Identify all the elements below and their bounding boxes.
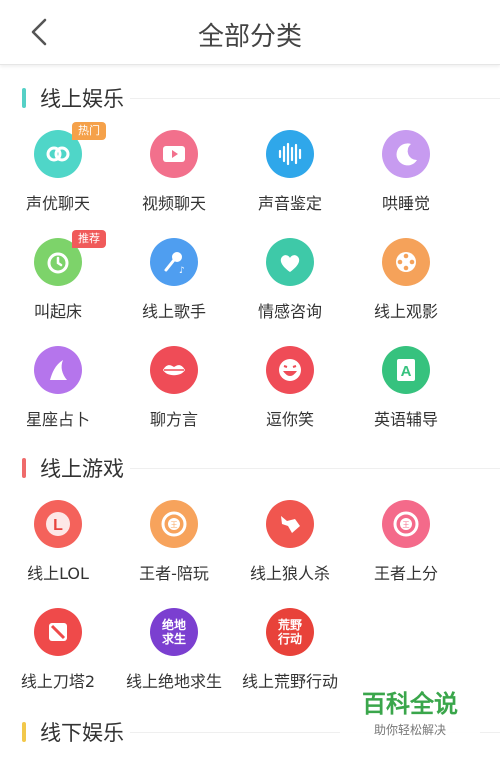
category-item[interactable]: 情感咨询: [232, 238, 348, 338]
section-title: 线上娱乐: [40, 87, 124, 111]
category-label: 声优聊天: [25, 194, 90, 213]
watermark: 百科全说 助你轻松解决: [340, 680, 480, 740]
category-item[interactable]: 线上刀塔2: [0, 608, 116, 708]
section-title: 线下娱乐: [40, 721, 124, 745]
category-item[interactable]: 聊方言: [116, 346, 232, 446]
sound-wave-icon: [266, 130, 314, 178]
category-label: 叫起床: [33, 302, 82, 321]
category-item[interactable]: 王王者-陪玩: [116, 500, 232, 600]
page-title: 全部分类: [197, 22, 302, 52]
video-chat-icon: [150, 130, 198, 178]
section-header: 线上娱乐: [22, 84, 124, 112]
section-divider: [130, 98, 500, 99]
category-item[interactable]: 荒野行动线上荒野行动: [232, 608, 348, 708]
category-item[interactable]: 热门声优聊天: [0, 122, 116, 230]
category-item[interactable]: 王王者上分: [348, 500, 464, 600]
lips-icon: [150, 346, 198, 394]
category-label: 视频聊天: [141, 194, 206, 213]
section-header: 线下娱乐: [22, 718, 124, 746]
section-accent-bar: [22, 88, 26, 108]
top-bar: 全部分类: [0, 0, 500, 65]
category-label: 英语辅导: [373, 410, 438, 429]
category-item[interactable]: 线上观影: [348, 238, 464, 338]
category-label: 逗你笑: [265, 410, 314, 429]
film-reel-icon: [382, 238, 430, 286]
category-label: 线上LOL: [27, 564, 89, 583]
category-item[interactable]: 哄睡觉: [348, 130, 464, 230]
watermark-subtitle: 助你轻松解决: [373, 723, 446, 737]
svg-text:A: A: [401, 363, 412, 380]
moon-icon: [382, 130, 430, 178]
category-label: 线上绝地求生: [125, 672, 222, 691]
section-divider: [130, 468, 500, 469]
category-label: 线上荒野行动: [241, 672, 338, 691]
category-label: 王者上分: [373, 564, 438, 583]
category-item[interactable]: ♪ 线上歌手: [116, 238, 232, 338]
letter-a-book-icon: A: [382, 346, 430, 394]
category-item[interactable]: 推荐叫起床: [0, 230, 116, 338]
category-label: 王者-陪玩: [139, 564, 209, 583]
svg-text:L: L: [53, 517, 63, 534]
category-label: 声音鉴定: [257, 194, 322, 213]
category-label: 星座占卜: [25, 410, 90, 429]
category-item[interactable]: 星座占卜: [0, 346, 116, 446]
laughing-face-icon: [266, 346, 314, 394]
heart-chat-icon: [266, 238, 314, 286]
category-item[interactable]: 逗你笑: [232, 346, 348, 446]
category-item[interactable]: 线上狼人杀: [232, 500, 348, 600]
lol-logo-icon: L: [34, 500, 82, 548]
logo-text: 绝地求生: [161, 618, 186, 646]
microphone-icon: ♪: [150, 238, 198, 286]
wolf-icon: [266, 500, 314, 548]
category-label: 线上狼人杀: [249, 564, 330, 583]
category-item[interactable]: 声音鉴定: [232, 130, 348, 230]
section-header: 线上游戏: [22, 454, 124, 482]
category-item[interactable]: L 线上LOL: [0, 500, 116, 600]
king-glory-icon: 王: [150, 500, 198, 548]
section-title: 线上游戏: [40, 457, 124, 481]
category-label: 线上观影: [373, 302, 438, 321]
watermark-title: 百科全说: [362, 690, 458, 718]
svg-text:♪: ♪: [179, 266, 185, 276]
category-item[interactable]: A 英语辅导: [348, 346, 464, 446]
dota2-logo-icon: [34, 608, 82, 656]
category-item[interactable]: 视频聊天: [116, 130, 232, 230]
section-accent-bar: [22, 458, 26, 478]
knives-out-logo-icon: 荒野行动: [266, 608, 314, 656]
category-item[interactable]: 绝地求生线上绝地求生: [116, 608, 232, 708]
item-badge: 热门: [72, 122, 106, 140]
item-badge: 推荐: [72, 230, 106, 248]
pubg-logo-icon: 绝地求生: [150, 608, 198, 656]
category-label: 哄睡觉: [381, 194, 430, 213]
category-label: 线上歌手: [141, 302, 206, 321]
logo-text: 荒野行动: [277, 618, 302, 646]
svg-text:王: 王: [171, 521, 178, 529]
category-label: 聊方言: [149, 410, 198, 429]
category-label: 线上刀塔2: [20, 672, 96, 691]
category-label: 情感咨询: [257, 302, 322, 321]
witch-hat-icon: [34, 346, 82, 394]
section-accent-bar: [22, 722, 26, 742]
king-rank-icon: 王: [382, 500, 430, 548]
svg-text:王: 王: [403, 521, 410, 529]
